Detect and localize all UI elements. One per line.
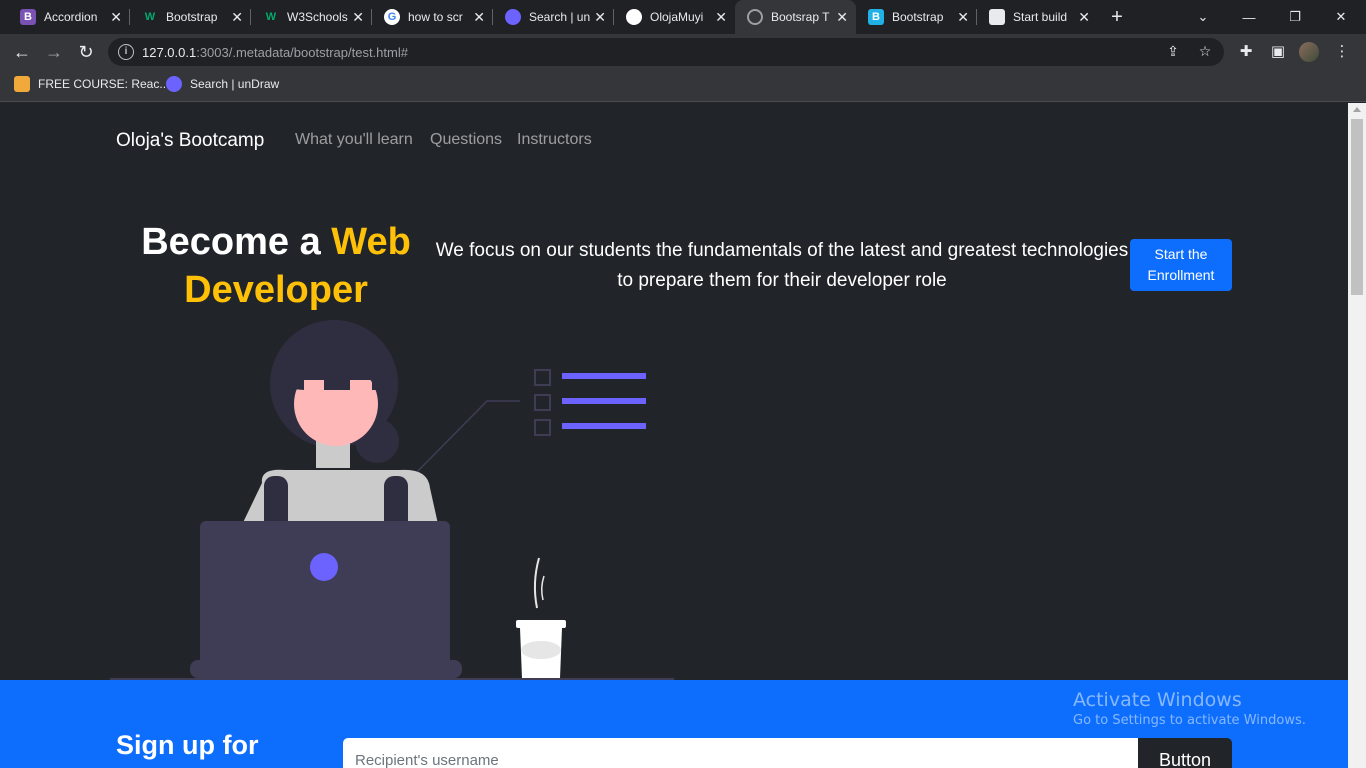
undraw-icon (166, 76, 182, 92)
bootstrap-icon: B (20, 9, 36, 25)
close-icon[interactable]: ✕ (110, 9, 122, 25)
forward-arrow-icon[interactable]: → (40, 38, 68, 66)
address-bar[interactable]: i 127.0.0.1:3003/.metadata/bootstrap/tes… (108, 38, 1224, 66)
course-icon (14, 76, 30, 92)
laptop-base (190, 660, 462, 678)
activate-windows-watermark: Activate Windows Go to Settings to activ… (1073, 689, 1306, 728)
new-tab-button[interactable]: + (1094, 0, 1140, 34)
browser-tab[interactable]: G how to scr ✕ (372, 0, 493, 34)
tab-label: Search | un (529, 10, 591, 24)
star-icon[interactable]: ☆ (1196, 43, 1214, 61)
minimize-button[interactable]: — (1226, 0, 1272, 34)
checklist-line (562, 373, 646, 379)
laptop-logo-icon (310, 553, 338, 581)
bookmark-item[interactable]: FREE COURSE: Reac... (14, 76, 169, 92)
watermark-title: Activate Windows (1073, 689, 1242, 711)
tab-label: OlojaMuyi (650, 10, 704, 24)
signup-title: Sign up for (116, 730, 259, 760)
google-icon: G (384, 9, 400, 25)
bookmark-label: Search | unDraw (190, 77, 280, 91)
hero-title: Become a Web Developer (118, 218, 434, 314)
browser-tab[interactable]: OlojaMuyi ✕ (614, 0, 735, 34)
bookmark-item[interactable]: Search | unDraw (166, 76, 279, 92)
close-window-button[interactable]: ✕ (1318, 0, 1364, 34)
browser-tab[interactable]: W Bootstrap ✕ (130, 0, 251, 34)
signup-button[interactable]: Button (1138, 738, 1232, 768)
tab-label: Accordion (44, 10, 98, 24)
start-enrollment-button[interactable]: Start the Enrollment (1130, 239, 1232, 291)
browser-toolbar: ← → ↻ i 127.0.0.1:3003/.metadata/bootstr… (0, 34, 1366, 70)
developer-illustration (110, 320, 674, 680)
steam-icon (533, 557, 540, 609)
back-arrow-icon[interactable]: ← (8, 38, 36, 66)
close-icon[interactable]: ✕ (473, 9, 485, 25)
tab-strip: B Accordion ✕ W Bootstrap ✕ W W3Schools … (0, 0, 1366, 34)
reload-icon[interactable]: ↻ (72, 38, 100, 66)
nav-link-questions[interactable]: Questions (430, 131, 502, 149)
checklist-box-icon (534, 394, 551, 411)
steam-icon (540, 575, 545, 601)
tab-label: Bootsrap T (771, 10, 830, 24)
cup-lid (516, 620, 566, 628)
close-icon[interactable]: ✕ (957, 9, 969, 25)
menu-kebab-icon[interactable]: ⋮ (1332, 42, 1352, 62)
cup-sleeve (521, 641, 561, 659)
maximize-button[interactable]: ❐ (1272, 0, 1318, 34)
url-host: 127.0.0.1 (142, 45, 197, 60)
extensions-puzzle-icon[interactable]: ✚ (1236, 42, 1256, 62)
hero-text: We focus on our students the fundamental… (435, 240, 1129, 291)
browser-tab[interactable]: Search | un ✕ (493, 0, 614, 34)
browser-tab[interactable]: Start build ✕ (977, 0, 1098, 34)
browser-tab[interactable]: W W3Schools ✕ (251, 0, 372, 34)
github-icon (626, 9, 642, 25)
checklist-line (562, 423, 646, 429)
close-icon[interactable]: ✕ (352, 9, 364, 25)
watermark-subtitle: Go to Settings to activate Windows. (1073, 713, 1306, 728)
undraw-icon (505, 9, 521, 25)
tab-label: W3Schools (287, 10, 348, 24)
close-icon[interactable]: ✕ (715, 9, 727, 25)
nav-link-learn[interactable]: What you'll learn (295, 131, 413, 149)
share-icon[interactable]: ⇪ (1164, 43, 1182, 61)
page-viewport: Oloja's Bootcamp What you'll learn Quest… (0, 103, 1348, 768)
close-icon[interactable]: ✕ (231, 9, 243, 25)
bootstrap-blue-icon: B (868, 9, 884, 25)
url-path: :3003/.metadata/bootstrap/test.html# (196, 45, 408, 60)
tab-label: Bootstrap (166, 10, 218, 24)
w3schools-icon: W (265, 11, 277, 23)
checklist-line (562, 398, 646, 404)
pointer-line (413, 400, 520, 476)
profile-avatar[interactable] (1299, 42, 1319, 62)
doc-icon (989, 9, 1005, 25)
bookmarks-bar: FREE COURSE: Reac... Search | unDraw (0, 70, 1366, 102)
close-icon[interactable]: ✕ (836, 9, 848, 25)
url-text[interactable]: 127.0.0.1:3003/.metadata/bootstrap/test.… (142, 45, 408, 60)
navbar-brand[interactable]: Oloja's Bootcamp (116, 130, 264, 152)
page-scrollbar[interactable] (1348, 103, 1366, 768)
nav-link-instructors[interactable]: Instructors (517, 131, 592, 149)
scroll-up-arrow-icon[interactable] (1353, 107, 1361, 112)
hero-title-text: Become a (141, 221, 332, 263)
tab-label: how to scr (408, 10, 463, 24)
browser-tab-active[interactable]: Bootsrap T ✕ (735, 0, 856, 34)
bookmark-label: FREE COURSE: Reac... (38, 77, 170, 91)
close-icon[interactable]: ✕ (594, 9, 606, 25)
close-icon[interactable]: ✕ (1078, 9, 1090, 25)
checklist-box-icon (534, 419, 551, 436)
w3schools-icon: W (144, 11, 156, 23)
checklist-box-icon (534, 369, 551, 386)
globe-icon (747, 9, 763, 25)
site-info-icon[interactable]: i (118, 44, 134, 60)
username-input[interactable] (343, 738, 1139, 768)
browser-tab[interactable]: B Bootstrap ✕ (856, 0, 977, 34)
scrollbar-thumb[interactable] (1351, 119, 1363, 295)
tab-label: Start build (1013, 10, 1068, 24)
tab-label: Bootstrap (892, 10, 944, 24)
tab-search-chevron-icon[interactable]: ⌄ (1180, 0, 1226, 34)
side-panel-icon[interactable]: ▣ (1268, 42, 1288, 62)
browser-tab[interactable]: B Accordion ✕ (8, 0, 130, 34)
laptop (200, 521, 450, 671)
